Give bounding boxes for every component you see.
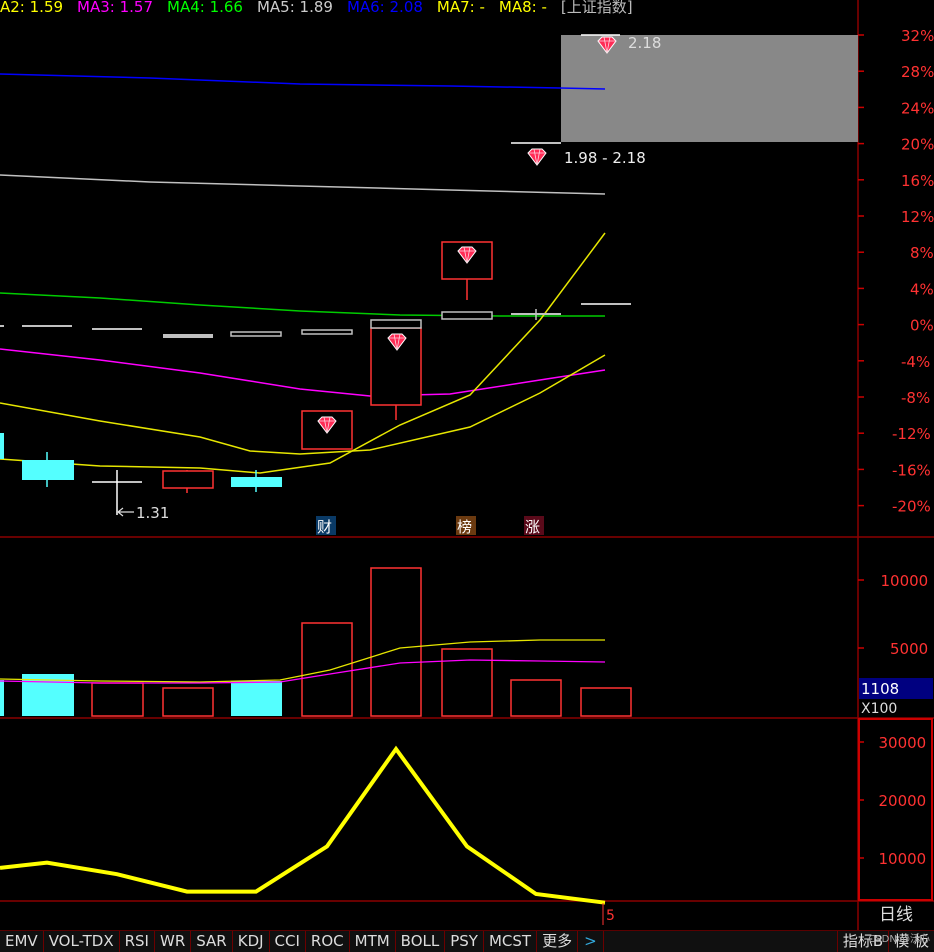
volume-axis: 10000 5000	[858, 572, 928, 658]
candle	[231, 477, 282, 487]
stock-chart[interactable]: 32% 28% 24% 20% 16% 12% 8% 4% 0% -4% -8% -12% -16% -2…	[0, 0, 934, 930]
low-price-label: 1.31	[136, 504, 169, 522]
low-arrow-icon	[117, 507, 134, 517]
ma-magenta-line	[0, 348, 606, 397]
tab-mtm[interactable]: MTM	[350, 931, 396, 952]
volume-current-value: 1108	[861, 680, 899, 698]
more-arrow-icon[interactable]: >	[578, 931, 604, 952]
indicator-tick-label: 30000	[879, 734, 927, 752]
volume-bar	[0, 680, 4, 716]
percent-tick-label: 8%	[910, 244, 934, 262]
indicator-tick-label: 20000	[879, 792, 927, 810]
candlesticks[interactable]	[0, 241, 631, 515]
tab-boll[interactable]: BOLL	[396, 931, 446, 952]
event-marker-label: 涨	[525, 518, 540, 536]
percent-tick-label: 0%	[910, 317, 934, 335]
event-marker-limit-up[interactable]: 涨	[524, 516, 544, 536]
percent-tick-label: 16%	[901, 172, 934, 190]
volume-bar	[91, 682, 144, 717]
indicator-axis: 30000 20000 10000	[858, 734, 926, 868]
percent-axis: 32% 28% 24% 20% 16% 12% 8% 4% 0% -4% -8% -12% -16% -2…	[858, 27, 934, 516]
tab-vol-tdx[interactable]: VOL-TDX	[44, 931, 120, 952]
volume-bar	[510, 679, 562, 717]
percent-tick-label: 24%	[901, 99, 934, 117]
tab-更多[interactable]: 更多	[537, 931, 579, 952]
ma-legend-item: MA6: 2.08	[346, 0, 423, 16]
ma-blue-line	[0, 73, 606, 90]
volume-bar	[441, 648, 493, 717]
tab-sar[interactable]: SAR	[191, 931, 233, 952]
candle	[370, 319, 422, 329]
ma-legend-item: A2: 1.59	[0, 0, 64, 16]
indicator-line[interactable]	[0, 745, 606, 905]
event-marker-ranking[interactable]: 榜	[456, 516, 476, 536]
volume-tick-label: 10000	[881, 572, 929, 590]
candle	[301, 329, 353, 335]
ma-legend-item: MA4: 1.66	[167, 0, 243, 16]
percent-tick-label: -8%	[901, 389, 930, 407]
volume-bars[interactable]	[0, 567, 632, 717]
ma-legend-item: MA3: 1.57	[77, 0, 153, 16]
ma-gray-line	[0, 174, 606, 195]
tab-wr[interactable]: WR	[155, 931, 192, 952]
ma-legend-item: [上证指数]	[560, 0, 633, 16]
tab-roc[interactable]: ROC	[306, 931, 350, 952]
volume-bar	[162, 687, 214, 717]
tab-mcst[interactable]: MCST	[484, 931, 538, 952]
tab-kdj[interactable]: KDJ	[233, 931, 270, 952]
percent-tick-label: -12%	[892, 425, 931, 443]
volume-bar	[301, 622, 353, 717]
percent-tick-label: -4%	[901, 353, 930, 371]
gem-icon[interactable]	[527, 148, 547, 166]
indicator-tick-label: 10000	[879, 850, 927, 868]
volume-unit: X100	[861, 701, 897, 717]
range-label: 1.98 - 2.18	[564, 149, 646, 167]
ma-legend-item: MA8: -	[498, 0, 547, 16]
tab-cci[interactable]: CCI	[270, 931, 306, 952]
indicator-tab-bar: EMV VOL-TDX RSI WR SAR KDJ CCI ROC MTM BOLL PSY MCS…	[0, 930, 934, 952]
ma-legend: A2: 1.59 MA3: 1.57 MA4: 1.66 MA5: 1.89 MA6: …	[0, 0, 647, 16]
candle	[441, 311, 493, 320]
tab-psy[interactable]: PSY	[445, 931, 484, 952]
event-marker-finance[interactable]: 财	[316, 516, 336, 536]
percent-tick-label: 32%	[901, 27, 934, 45]
ma-legend-item: MA7: -	[436, 0, 485, 16]
candle	[230, 331, 282, 337]
volume-tick-label: 5000	[890, 640, 928, 658]
ma-legend-item: MA5: 1.89	[256, 0, 333, 16]
volume-bar	[231, 681, 282, 716]
percent-tick-label: 28%	[901, 63, 934, 81]
percent-tick-label: 20%	[901, 136, 934, 154]
percent-tick-label: -20%	[892, 498, 931, 516]
candle	[0, 433, 4, 459]
candle	[163, 334, 213, 338]
period-label[interactable]: 日线	[858, 903, 934, 927]
percent-tick-label: 4%	[910, 280, 934, 298]
event-marker-label: 财	[317, 518, 332, 536]
volume-bar	[370, 567, 422, 717]
volume-bar	[580, 687, 632, 717]
percent-tick-label: 12%	[901, 208, 934, 226]
high-price-label: 2.18	[628, 34, 661, 52]
candle	[22, 460, 74, 480]
watermark: CSDN @沃心	[868, 934, 930, 945]
candle	[162, 470, 214, 489]
tab-rsi[interactable]: RSI	[120, 931, 155, 952]
percent-tick-label: -16%	[892, 461, 931, 479]
ma-green-line	[0, 292, 605, 317]
event-marker-label: 榜	[457, 518, 472, 536]
tab-emv[interactable]: EMV	[0, 931, 44, 952]
cursor-marker: 5	[606, 908, 615, 924]
